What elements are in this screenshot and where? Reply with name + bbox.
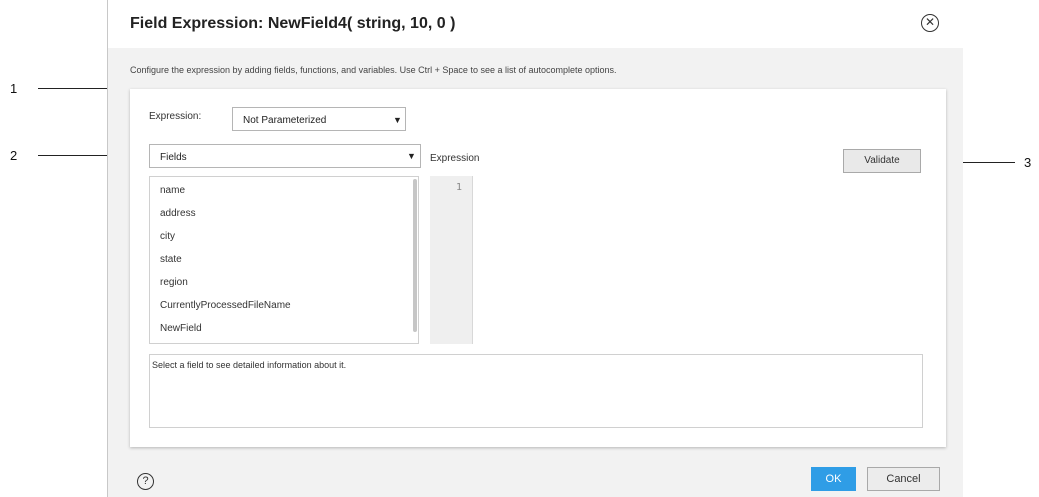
dialog-instructions: Configure the expression by adding field… — [130, 65, 617, 75]
ok-button[interactable]: OK — [811, 467, 856, 491]
field-list-scrollbar[interactable] — [413, 179, 417, 332]
callout-1: 1 — [10, 81, 18, 96]
dialog-header: Field Expression: NewField4( string, 10,… — [108, 0, 963, 48]
field-list: name address city state region Currently… — [149, 176, 419, 344]
parameterization-select[interactable]: Not Parameterized ▼ — [232, 107, 406, 131]
list-item[interactable]: address — [160, 208, 196, 219]
chevron-down-icon: ▼ — [407, 151, 416, 161]
expression-panel: Expression: Not Parameterized ▼ Fields ▼… — [130, 89, 946, 447]
validate-button[interactable]: Validate — [843, 149, 921, 173]
source-select[interactable]: Fields ▼ — [149, 144, 421, 168]
list-item[interactable]: city — [160, 231, 175, 242]
line-number: 1 — [455, 182, 462, 193]
expression-heading: Expression — [430, 153, 480, 164]
list-item[interactable]: name — [160, 185, 185, 196]
field-info-text: Select a field to see detailed informati… — [152, 360, 347, 370]
field-info-box: Select a field to see detailed informati… — [149, 354, 923, 428]
dialog-title: Field Expression: NewField4( string, 10,… — [130, 15, 456, 32]
parameterization-select-value: Not Parameterized — [243, 115, 327, 126]
expression-label: Expression: — [149, 111, 202, 122]
list-item[interactable]: region — [160, 277, 188, 288]
expression-editor[interactable]: 1 — [430, 176, 923, 344]
chevron-down-icon: ▼ — [393, 115, 402, 125]
list-item[interactable]: state — [160, 254, 182, 265]
help-icon[interactable]: ? — [137, 473, 154, 490]
list-item[interactable]: NewField — [160, 323, 202, 334]
list-item[interactable]: CurrentlyProcessedFileName — [160, 300, 291, 311]
editor-gutter: 1 — [430, 176, 473, 344]
callout-2: 2 — [10, 148, 18, 163]
callout-3: 3 — [1024, 155, 1032, 170]
close-icon[interactable]: ✕ — [921, 14, 939, 32]
cancel-button[interactable]: Cancel — [867, 467, 940, 491]
source-select-value: Fields — [160, 152, 187, 163]
field-expression-dialog: Field Expression: NewField4( string, 10,… — [107, 0, 963, 497]
